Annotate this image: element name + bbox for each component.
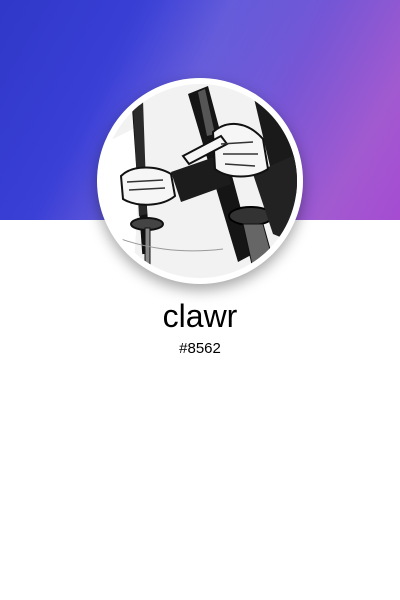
user-tag: #8562 (179, 340, 221, 357)
username: clawr (162, 298, 238, 334)
avatar-image (103, 84, 297, 278)
avatar[interactable] (97, 78, 303, 284)
